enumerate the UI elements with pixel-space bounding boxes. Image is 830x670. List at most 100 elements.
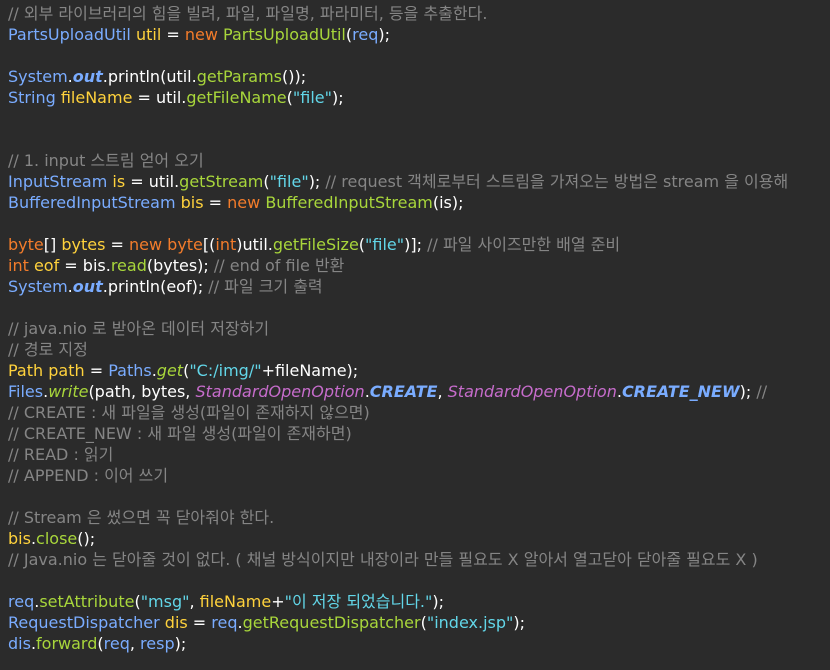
code-token-enum: StandardOpenOption — [447, 382, 617, 401]
code-line: // 외부 라이브러리의 힘을 빌려, 파일, 파일명, 파라미터, 등을 추출… — [8, 3, 830, 24]
code-token-type: resp — [140, 634, 175, 653]
code-token-kw: new — [184, 25, 218, 44]
code-token-plain: ); — [513, 613, 525, 632]
code-line: // 경로 지정 — [8, 339, 830, 360]
code-token-plain: ); — [739, 382, 757, 401]
code-token-enum: StandardOpenOption — [195, 382, 365, 401]
code-token-type: req — [8, 592, 35, 611]
code-line: Path path = Paths.get("C:/img/"+fileName… — [8, 360, 830, 381]
code-token-plain: ); — [378, 25, 390, 44]
code-token-kw: new — [128, 235, 163, 254]
code-token-method: close — [36, 529, 78, 548]
code-token-static: get — [156, 361, 184, 380]
code-token-method: getStream — [179, 172, 264, 191]
code-token-var: bis — [180, 193, 204, 212]
code-token-plain: (is); — [432, 193, 464, 212]
code-line: BufferedInputStream bis = new BufferedIn… — [8, 192, 830, 213]
code-token-plain: = — [105, 235, 129, 254]
code-line: // APPEND : 이어 쓰기 — [8, 465, 830, 486]
code-token-plain: println(util. — [107, 67, 197, 86]
code-token-comment: // READ : 읽기 — [8, 445, 114, 464]
code-line: // CREATE : 새 파일을 생성(파일이 존재하지 않으면) — [8, 402, 830, 423]
code-line: System.out.println(util.getParams()); — [8, 66, 830, 87]
code-token-plain: ()); — [282, 67, 307, 86]
code-token-method: getParams — [196, 67, 283, 86]
code-line: String fileName = util.getFileName("file… — [8, 87, 830, 108]
code-token-var: bis — [8, 529, 31, 548]
code-token-method: getFileName — [186, 88, 287, 107]
code-token-plain: , — [189, 592, 200, 611]
code-token-type: BufferedInputStream — [8, 193, 176, 212]
code-token-comment: // APPEND : 이어 쓰기 — [8, 466, 169, 485]
code-token-plain: (bytes); — [146, 256, 214, 275]
code-token-plain: ); — [331, 88, 344, 107]
code-line: // READ : 읽기 — [8, 444, 830, 465]
code-token-plain: )]; — [404, 235, 428, 254]
code-token-comment: // Java.nio 는 닫아줄 것이 없다. ( 채널 방식이지만 내장이라… — [8, 550, 758, 569]
code-token-type: String — [8, 88, 56, 107]
code-token-type: Paths — [108, 361, 152, 380]
code-token-plain: = bis. — [59, 256, 111, 275]
code-token-comment: // 외부 라이브러리의 힘을 빌려, 파일, 파일명, 파라미터, 등을 추출… — [8, 4, 488, 23]
code-line: PartsUploadUtil util = new PartsUploadUt… — [8, 24, 830, 45]
code-token-var: path — [48, 361, 85, 380]
code-line: RequestDispatcher dis = req.getRequestDi… — [8, 612, 830, 633]
code-token-string: "file" — [269, 172, 309, 191]
code-token-type: dis — [8, 634, 31, 653]
code-token-plain: (); — [77, 529, 96, 548]
code-token-var: bytes — [61, 235, 106, 254]
code-token-method: read — [110, 256, 147, 275]
code-line: bis.close(); — [8, 528, 830, 549]
code-token-plain: [( — [202, 235, 216, 254]
code-token-method: forward — [36, 634, 98, 653]
code-token-method: BufferedInputStream — [265, 193, 433, 212]
code-token-kw: int — [215, 235, 237, 254]
code-token-var: fileName — [199, 592, 272, 611]
code-token-type: Files — [8, 382, 44, 401]
code-token-string: "msg" — [140, 592, 190, 611]
code-token-plain: = — [161, 25, 185, 44]
code-line: byte[] bytes = new byte[(int)util.getFil… — [8, 234, 830, 255]
code-token-var: Path — [8, 361, 44, 380]
code-token-string: "index.jsp" — [426, 613, 514, 632]
code-line: // 1. input 스트림 얻어 오기 — [8, 150, 830, 171]
code-token-comment: // Stream 은 썼으면 꼭 닫아줘야 한다. — [8, 508, 275, 527]
code-line: // Stream 은 썼으면 꼭 닫아줘야 한다. — [8, 507, 830, 528]
code-token-const: CREATE — [369, 382, 438, 401]
code-token-plain: = — [203, 193, 228, 212]
code-token-string: "C:/img/" — [189, 361, 262, 380]
code-token-comment: // request 객체로부터 스트림을 가져오는 방법은 stream 을 … — [325, 172, 789, 191]
code-token-type: req — [103, 634, 130, 653]
code-token-plain: = util. — [125, 172, 180, 191]
code-token-var: dis — [164, 613, 188, 632]
code-token-comment: // CREATE_NEW : 새 파일 생성(파일이 존재하면) — [8, 424, 352, 443]
code-token-method: getFileSize — [272, 235, 359, 254]
code-token-static: write — [48, 382, 89, 401]
code-token-kw: byte — [167, 235, 203, 254]
code-token-var: is — [112, 172, 126, 191]
code-token-const: CREATE_NEW — [621, 382, 740, 401]
code-token-kw: byte — [8, 235, 44, 254]
code-line: // Java.nio 는 닫아줄 것이 없다. ( 채널 방식이지만 내장이라… — [8, 549, 830, 570]
code-token-plain: ); — [432, 592, 445, 611]
code-token-plain: +fileName); — [261, 361, 359, 380]
code-editor[interactable]: // 외부 라이브러리의 힘을 빌려, 파일, 파일명, 파라미터, 등을 추출… — [8, 3, 830, 670]
code-token-plain: (path, bytes, — [88, 382, 196, 401]
code-line: dis.forward(req, resp); — [8, 633, 830, 654]
code-token-comment: // java.nio 로 받아온 데이터 저장하기 — [8, 319, 270, 338]
code-token-var: util — [135, 25, 162, 44]
code-token-comment: // 경로 지정 — [8, 340, 88, 359]
code-token-type: System — [8, 67, 68, 86]
code-line: // CREATE_NEW : 새 파일 생성(파일이 존재하면) — [8, 423, 830, 444]
code-token-comment: // 1. input 스트림 얻어 오기 — [8, 151, 204, 170]
code-token-kw: int — [8, 256, 29, 275]
code-token-comment: // 파일 사이즈만한 배열 준비 — [427, 235, 621, 254]
code-token-string: "file" — [292, 88, 332, 107]
code-token-plain: = — [84, 361, 109, 380]
code-token-plain: , — [437, 382, 448, 401]
